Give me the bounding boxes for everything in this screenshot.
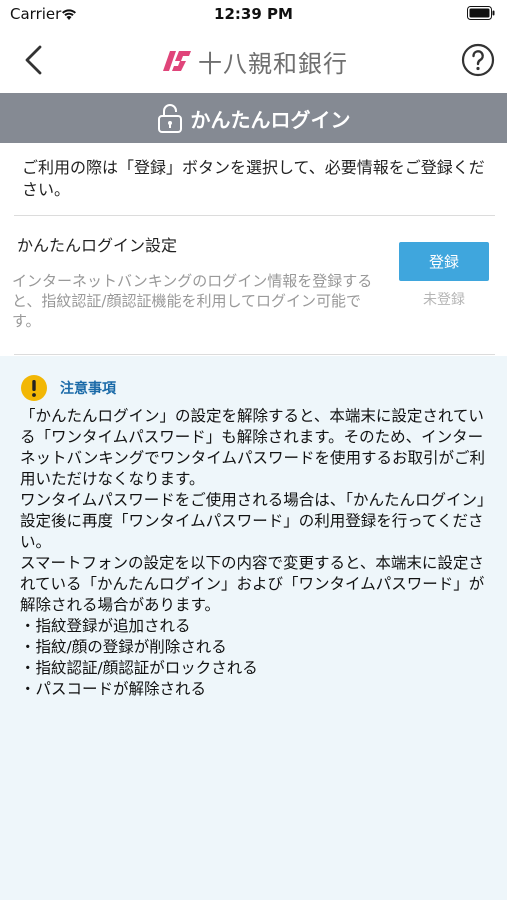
- notice-paragraph: ワンタイムパスワードをご使用される場合は、「かんたんログイン」設定後に再度「ワン…: [20, 491, 485, 551]
- clock-time: 12:39 PM: [214, 5, 293, 23]
- lock-icon: [157, 104, 182, 133]
- notice-bullet: ・指紋認証/顔認証がロックされる: [20, 659, 258, 677]
- help-button[interactable]: [461, 43, 495, 77]
- page-title: かんたんログイン: [190, 107, 351, 132]
- notice-header: 注意事項: [20, 374, 116, 402]
- brand-name: 十八親和銀行: [198, 49, 348, 78]
- setting-title: かんたんログイン設定: [17, 236, 178, 255]
- notice-bullet: ・指紋登録が追加される: [20, 617, 191, 635]
- notice-body: 「かんたんログイン」の設定を解除すると、本端末に設定されている「ワンタイムパスワ…: [20, 406, 490, 700]
- notice-bullet: ・指紋/顔の登録が削除される: [20, 638, 227, 656]
- brand-logo: 十八親和銀行: [160, 45, 348, 78]
- setting-description: インターネットバンキングのログイン情報を登録すると、指紋認証/顔認証機能を利用し…: [12, 272, 373, 330]
- back-button[interactable]: [14, 40, 54, 80]
- nav-bar: 十八親和銀行: [0, 28, 507, 93]
- warning-icon: [21, 375, 47, 401]
- battery-icon: [467, 6, 495, 20]
- notice-bullet: ・パスコードが解除される: [20, 680, 207, 698]
- register-button[interactable]: 登録: [399, 242, 489, 281]
- intro-text: ご利用の際は「登録」ボタンを選択して、必要情報をご登録ください。: [22, 158, 485, 199]
- divider: [14, 215, 495, 216]
- question-circle-icon: [461, 43, 495, 77]
- divider: [14, 354, 495, 355]
- notice-paragraph: スマートフォンの設定を以下の内容で変更すると、本端末に設定されている「かんたんロ…: [20, 554, 485, 614]
- chevron-left-icon: [25, 45, 42, 75]
- notice-title: 注意事項: [60, 381, 116, 397]
- notice-paragraph: 「かんたんログイン」の設定を解除すると、本端末に設定されている「ワンタイムパスワ…: [20, 407, 486, 488]
- notice-panel: 注意事項 「かんたんログイン」の設定を解除すると、本端末に設定されている「ワンタ…: [0, 356, 507, 900]
- page-title-banner: かんたんログイン: [0, 93, 507, 143]
- bank-logo-icon: [163, 51, 191, 71]
- status-bar: Carrier 12:39 PM: [0, 0, 507, 28]
- registration-status: 未登録: [423, 292, 465, 308]
